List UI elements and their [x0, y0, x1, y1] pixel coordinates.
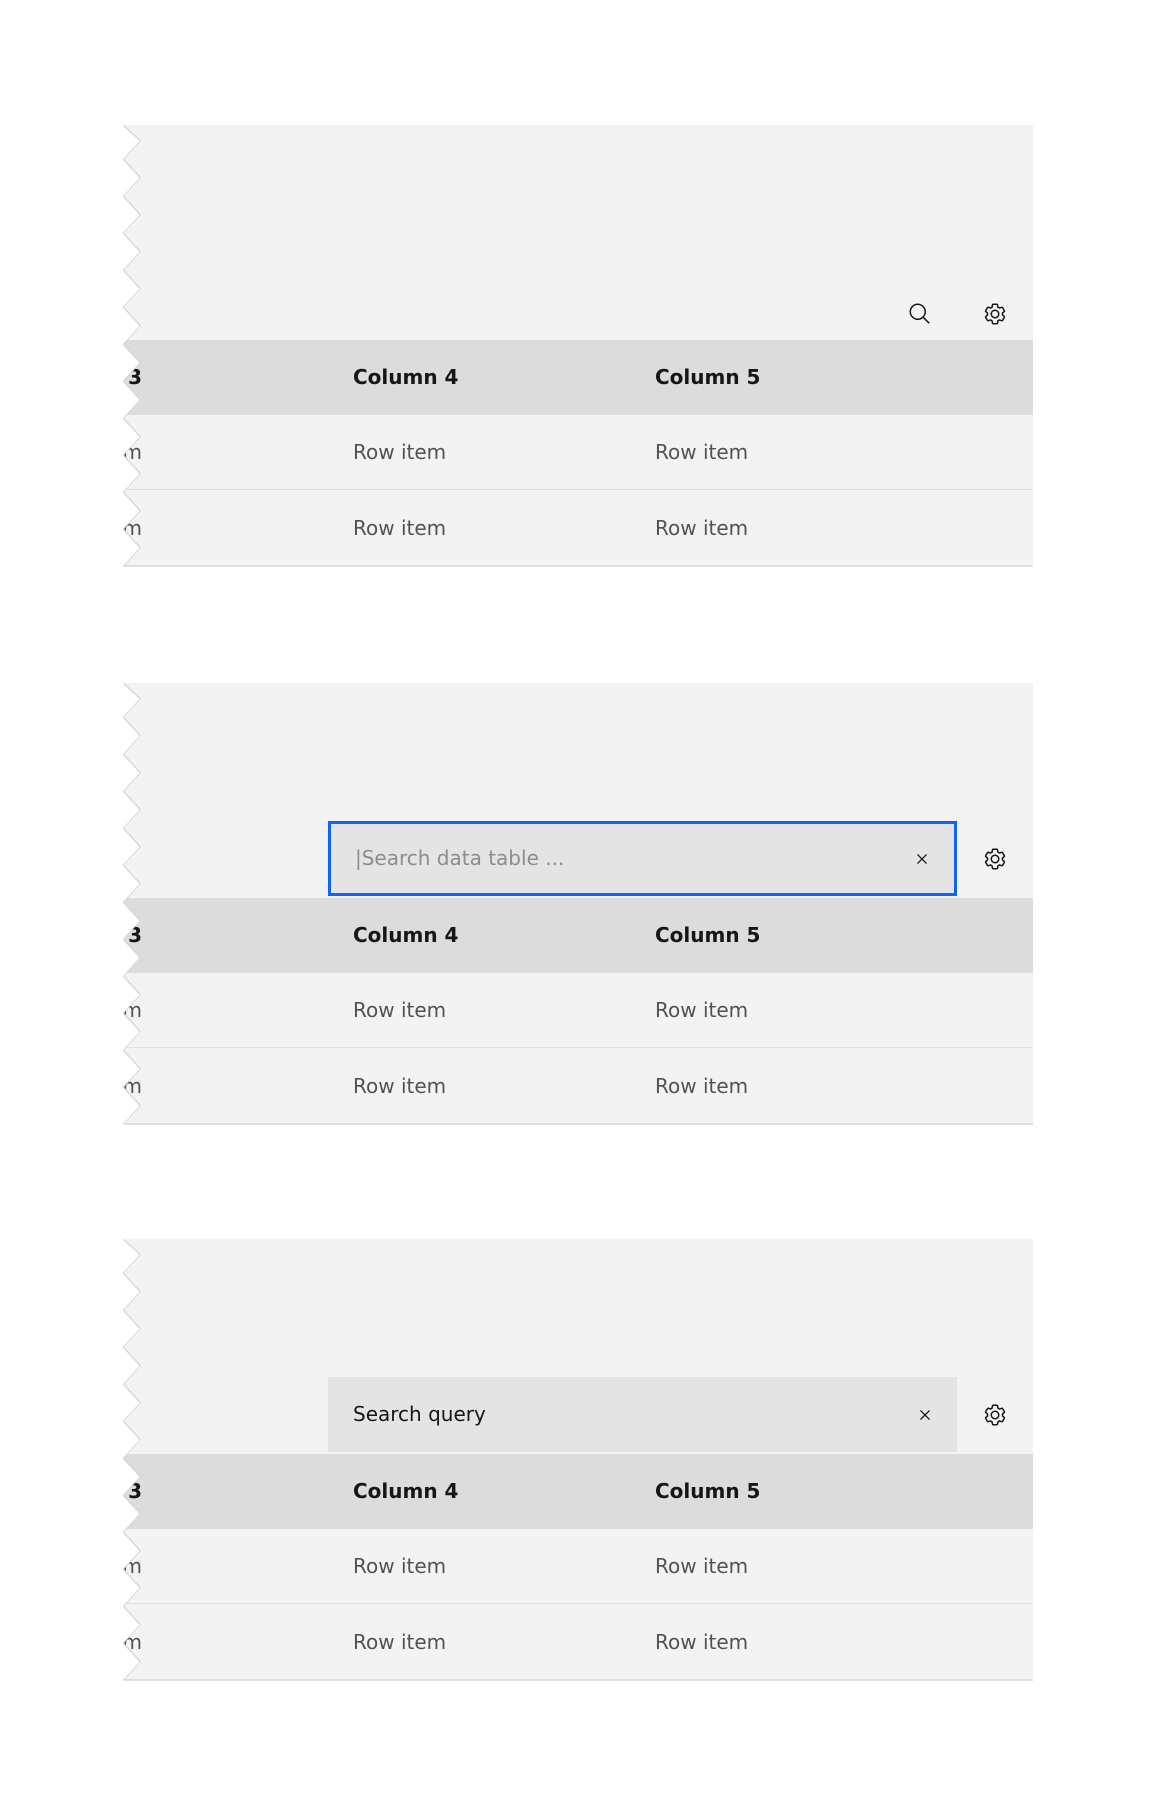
table-row[interactable]: m Row item Row item	[124, 1529, 1033, 1604]
row-cell-4: Row item	[353, 1554, 447, 1578]
row-cell-3: m	[124, 516, 142, 540]
column-header-4[interactable]: Column 4	[353, 340, 458, 415]
table-card: Search query 3 Column 4 Column 5 m Row i…	[124, 1239, 1033, 1680]
settings-button[interactable]	[970, 1390, 1020, 1440]
search-input[interactable]: Search query	[328, 1377, 957, 1452]
row-cell-4: Row item	[353, 516, 447, 540]
row-cell-5: Row item	[655, 1630, 749, 1654]
settings-gear-icon	[983, 1403, 1007, 1427]
column-header-5[interactable]: Column 5	[655, 898, 760, 973]
row-cell-4: Row item	[353, 1074, 447, 1098]
column-header-3[interactable]: 3	[128, 340, 142, 415]
search-icon	[908, 302, 932, 326]
table-row[interactable]: m Row item Row item	[124, 1605, 1033, 1680]
table-row[interactable]: m Row item Row item	[124, 491, 1033, 566]
table-header: 3 Column 4 Column 5	[124, 340, 1033, 415]
clear-search-button[interactable]	[904, 841, 940, 877]
column-header-5[interactable]: Column 5	[655, 340, 760, 415]
row-cell-3: m	[124, 440, 142, 464]
table-row[interactable]: m Row item Row item	[124, 973, 1033, 1048]
column-header-4[interactable]: Column 4	[353, 898, 458, 973]
table-toolbar	[124, 125, 1033, 340]
close-icon	[915, 1405, 935, 1425]
settings-gear-icon	[983, 847, 1007, 871]
row-cell-4: Row item	[353, 1630, 447, 1654]
close-icon	[912, 849, 932, 869]
row-cell-3: m	[124, 1630, 142, 1654]
search-input[interactable]: |Search data table ...	[328, 821, 957, 896]
data-table-default: 3 Column 4 Column 5 m Row item Row item …	[124, 125, 1033, 566]
settings-button[interactable]	[970, 289, 1020, 339]
row-cell-5: Row item	[655, 1554, 749, 1578]
column-header-4[interactable]: Column 4	[353, 1454, 458, 1529]
search-placeholder: |Search data table ...	[355, 846, 565, 870]
row-cell-5: Row item	[655, 998, 749, 1022]
data-table-search-filled: Search query 3 Column 4 Column 5 m Row i…	[124, 1239, 1033, 1680]
column-header-5[interactable]: Column 5	[655, 1454, 760, 1529]
table-row[interactable]: m Row item Row item	[124, 1049, 1033, 1124]
table-header: 3 Column 4 Column 5	[124, 898, 1033, 973]
row-cell-3: m	[124, 1554, 142, 1578]
table-toolbar: Search query	[124, 1239, 1033, 1454]
table-row[interactable]: m Row item Row item	[124, 415, 1033, 490]
row-cell-5: Row item	[655, 440, 749, 464]
settings-gear-icon	[983, 302, 1007, 326]
search-button[interactable]	[895, 289, 945, 339]
row-cell-3: m	[124, 998, 142, 1022]
column-header-3[interactable]: 3	[128, 898, 142, 973]
settings-button[interactable]	[970, 834, 1020, 884]
column-header-3[interactable]: 3	[128, 1454, 142, 1529]
search-query: Search query	[353, 1402, 486, 1426]
row-cell-5: Row item	[655, 516, 749, 540]
clear-search-button[interactable]	[907, 1397, 943, 1433]
row-cell-5: Row item	[655, 1074, 749, 1098]
row-cell-3: m	[124, 1074, 142, 1098]
row-cell-4: Row item	[353, 998, 447, 1022]
table-header: 3 Column 4 Column 5	[124, 1454, 1033, 1529]
row-cell-4: Row item	[353, 440, 447, 464]
table-toolbar: |Search data table ...	[124, 683, 1033, 898]
data-table-search-focused: |Search data table ... 3 Column 4 Column…	[124, 683, 1033, 1124]
table-card: 3 Column 4 Column 5 m Row item Row item …	[124, 125, 1033, 566]
table-card: |Search data table ... 3 Column 4 Column…	[124, 683, 1033, 1124]
